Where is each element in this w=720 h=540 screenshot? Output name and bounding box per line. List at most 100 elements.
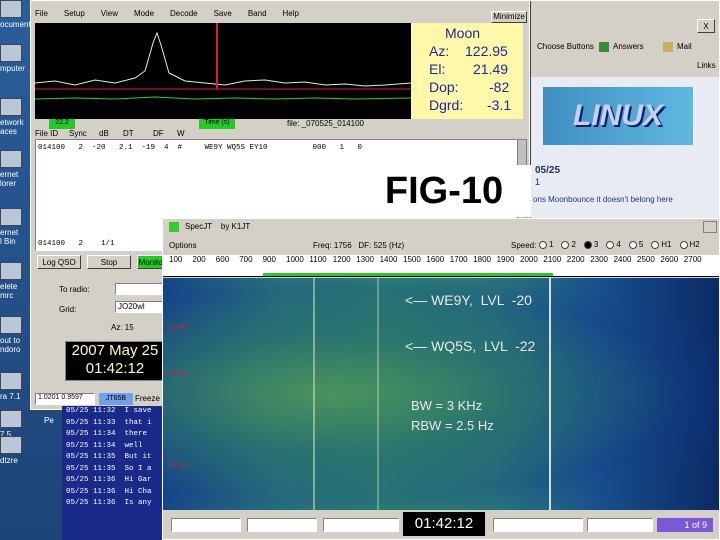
speed-option-label: 4: [616, 240, 621, 249]
specjt-close-button[interactable]: [703, 221, 717, 233]
ruler-tick-label: 2200: [566, 255, 585, 264]
speed-option-5[interactable]: 5: [628, 240, 643, 249]
radio-icon: [561, 240, 570, 249]
ruler-tick-label: 1700: [449, 255, 468, 264]
ruler-tick-label: 1300: [356, 255, 374, 264]
annotation-we9y: <— WE9Y, LVL -20: [405, 292, 532, 308]
desktop-icon[interactable]: out to ndoro: [0, 316, 30, 354]
side-label-2: 01:41: [169, 370, 187, 377]
desktop-icon-glyph: [0, 410, 22, 428]
desktop-icon[interactable]: ernet l Bin: [0, 208, 30, 246]
specjt-clock: 01:42:12: [403, 512, 485, 536]
bottom-slider-2[interactable]: [247, 518, 317, 532]
desktop-icon-glyph: [0, 0, 22, 18]
news-headline[interactable]: ons Moonbounce it doesn't belong here: [533, 195, 673, 204]
speed-option-1[interactable]: 1: [539, 240, 553, 249]
desktop-icon[interactable]: ernet lorer: [0, 150, 30, 188]
desktop-icon[interactable]: elete mrc: [0, 262, 30, 300]
desktop-icon[interactable]: dtzre: [0, 436, 30, 465]
waterfall[interactable]: <— WE9Y, LVL -20 <— WQ5S, LVL -22 BW = 3…: [163, 278, 719, 510]
chat-line: 05/25 11:36 Hi Gar: [66, 476, 152, 484]
speed-option-2[interactable]: 2: [561, 240, 576, 249]
ruler-tick-label: 1600: [426, 255, 445, 264]
speed-option-3[interactable]: 3: [583, 240, 598, 249]
menu-item-decode[interactable]: Decode: [170, 9, 198, 18]
az-label: Az: 15: [111, 323, 134, 332]
ruler-tick-label: 1900: [496, 255, 515, 264]
ruler-tick-label: 1200: [332, 255, 351, 264]
speed-option-label: 1: [549, 240, 554, 249]
signal-trace-2: [377, 278, 379, 510]
wsjt-menubar: File Setup View Mode Decode Save Band Help: [35, 9, 525, 21]
minimize-button[interactable]: Minimize: [491, 11, 527, 23]
desktop-icon-glyph: [0, 436, 22, 454]
menu-item-help[interactable]: Help: [283, 9, 299, 18]
bottom-slider-3[interactable]: [323, 518, 399, 532]
answers-icon: [599, 42, 609, 52]
menu-item-setup[interactable]: Setup: [64, 9, 85, 18]
signal-trace-3: [549, 278, 551, 510]
speed-option-label: 2: [571, 240, 576, 249]
plot-status-file: file: _070525_014100: [287, 119, 364, 128]
ruler-tick-label: 2600: [660, 255, 679, 264]
bottom-slider-4[interactable]: [493, 518, 583, 532]
desktop-icon-label: ernet l Bin: [0, 228, 19, 246]
moon-az: 122.95: [465, 43, 508, 59]
spectrum-plot: [34, 23, 412, 119]
desktop-icon[interactable]: ocument: [0, 0, 31, 29]
grid-input[interactable]: JO20wl: [115, 301, 163, 313]
decode-line: 014100 2 -20 2.1 -19 4 # WE9Y WQ5S EY10 …: [38, 144, 363, 152]
browser-window: X Choose Buttons Answers Mail Links LINU…: [528, 0, 720, 221]
desktop-icon[interactable]: mputer: [0, 44, 30, 73]
moon-el-label: El:: [429, 61, 446, 77]
log-qso-button[interactable]: Log QSO: [37, 255, 81, 269]
speed-option-4[interactable]: 4: [606, 240, 621, 249]
plot-status-left: 22.2: [49, 119, 75, 129]
browser-close-button[interactable]: X: [697, 19, 715, 33]
spectrum-trace-green: [34, 96, 412, 100]
linux-banner: LINUX: [543, 87, 693, 145]
desktop-icon[interactable]: etwork aces: [0, 98, 30, 136]
speed-option-h2[interactable]: H2: [679, 240, 700, 249]
choose-buttons-link[interactable]: Choose Buttons: [537, 42, 594, 51]
chat-window: 05/25 11:32 I save 05/25 11:33 that i 05/2…: [62, 406, 166, 540]
desktop-icon[interactable]: 7.5: [0, 410, 30, 439]
ruler-tick-label: 100: [169, 255, 183, 264]
menu-item-band[interactable]: Band: [248, 9, 267, 18]
side-label-3: 01:41: [169, 462, 187, 469]
page-indicator: 1 of 9: [657, 518, 713, 532]
links-bar[interactable]: Links: [697, 61, 716, 70]
desktop-icon-glyph: [0, 372, 22, 390]
linux-banner-text: LINUX: [573, 99, 663, 132]
stop-button[interactable]: Stop: [87, 255, 131, 269]
specjt-options-menu[interactable]: Options: [169, 241, 197, 250]
menu-item-file[interactable]: File: [35, 9, 48, 18]
chat-line: 05/25 11:32 I save: [66, 407, 152, 415]
bottom-slider-1[interactable]: [171, 518, 241, 532]
answers-link[interactable]: Answers: [613, 42, 644, 51]
menu-item-mode[interactable]: Mode: [134, 9, 154, 18]
news-date-2: 1: [535, 177, 541, 187]
moon-dgrd-label: Dgrd:: [429, 97, 464, 113]
browser-toolbar: Choose Buttons Answers Mail: [533, 41, 719, 55]
menu-item-view[interactable]: View: [101, 9, 118, 18]
mail-link[interactable]: Mail: [677, 42, 692, 51]
menu-item-save[interactable]: Save: [214, 9, 232, 18]
desktop-icon-label: ernet lorer: [0, 170, 19, 188]
speed-label: Speed:: [511, 241, 537, 250]
chat-line: 05/25 11:35 So I a: [66, 464, 152, 473]
chat-line: 05/25 11:35 But it: [66, 453, 152, 461]
bottom-slider-5[interactable]: [587, 518, 653, 532]
ruler-tick-label: 2700: [683, 255, 702, 264]
specjt-window: SpecJT by K1JT Options Freq: 1756 DF: 52…: [162, 218, 720, 540]
specjt-titlebar: SpecJT by K1JT: [163, 219, 719, 235]
radio-icon: [606, 240, 615, 249]
ruler-tick-label: 1800: [473, 255, 491, 264]
clock-time: 01:42:12: [85, 360, 145, 377]
to-radio-input[interactable]: [115, 283, 163, 295]
ruler-tick-label: 2000: [520, 255, 538, 264]
specjt-title: SpecJT by K1JT: [185, 222, 251, 231]
mail-icon: [663, 42, 673, 52]
desktop-icon[interactable]: ra 7.1: [0, 372, 30, 401]
speed-option-h1[interactable]: H1: [651, 240, 672, 249]
